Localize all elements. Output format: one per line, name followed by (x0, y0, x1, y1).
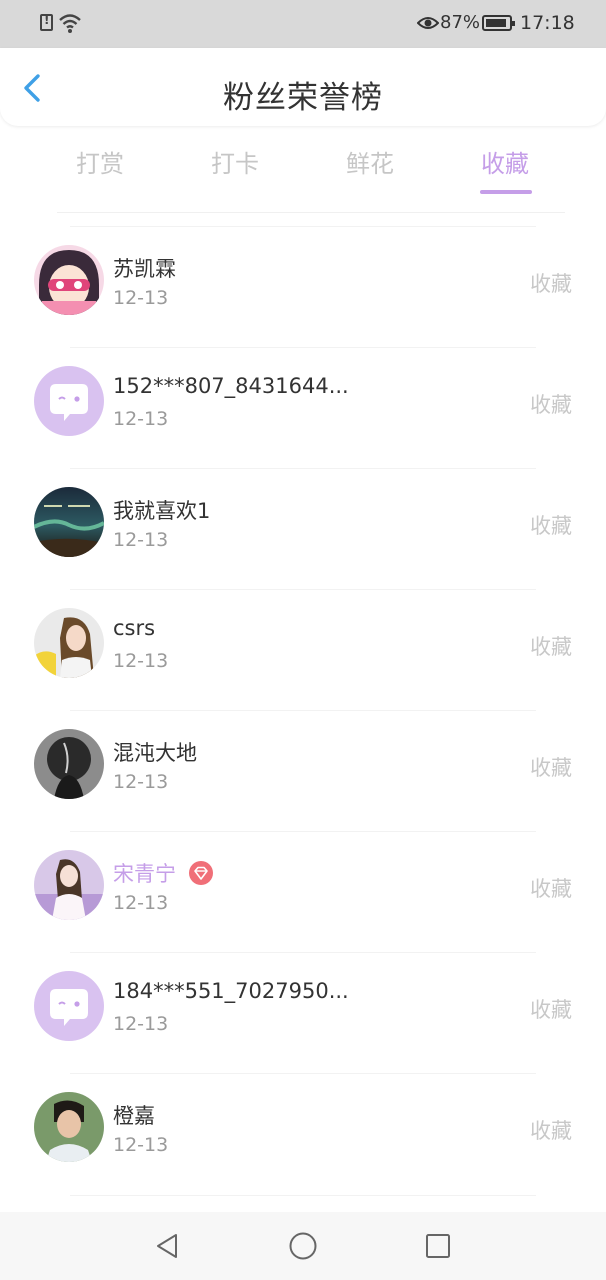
default-avatar-chat-icon[interactable] (34, 971, 104, 1041)
user-date: 12-13 (113, 650, 169, 672)
divider (70, 952, 536, 953)
user-date: 12-13 (113, 529, 169, 551)
user-name: 橙嘉 (113, 1104, 155, 1128)
avatar[interactable] (34, 729, 104, 799)
user-name: 我就喜欢1 (113, 499, 211, 523)
clock: 17:18 (520, 12, 575, 34)
action-label: 收藏 (530, 756, 572, 780)
fan-list: 苏凯霖 12-13 收藏 152***807_8431644... 12-13 … (0, 226, 606, 1194)
tab-checkin[interactable]: 打卡 (180, 144, 290, 179)
list-item[interactable]: 我就喜欢1 12-13 收藏 (0, 468, 606, 589)
action-label: 收藏 (530, 272, 572, 296)
home-circle-icon[interactable] (287, 1230, 319, 1262)
avatar[interactable] (34, 608, 104, 678)
eye-icon (417, 17, 439, 29)
tab-favorites[interactable]: 收藏 (450, 144, 560, 179)
avatar[interactable] (34, 487, 104, 557)
active-tab-indicator (480, 190, 532, 194)
user-date: 12-13 (113, 892, 169, 914)
tab-bar: 打赏 打卡 鲜花 收藏 (33, 130, 573, 213)
avatar[interactable] (34, 850, 104, 920)
user-date: 12-13 (113, 1134, 169, 1156)
user-name: 混沌大地 (113, 741, 197, 765)
wifi-icon (59, 14, 81, 33)
divider (70, 1195, 536, 1196)
avatar[interactable] (34, 1092, 104, 1162)
list-item[interactable]: 宋青宁 12-13 收藏 (0, 831, 606, 952)
divider (70, 589, 536, 590)
user-date: 12-13 (113, 771, 169, 793)
list-item[interactable]: 苏凯霖 12-13 收藏 (0, 226, 606, 347)
battery-percent: 87% (440, 12, 481, 33)
user-date: 12-13 (113, 408, 169, 430)
list-item[interactable]: 混沌大地 12-13 收藏 (0, 710, 606, 831)
page-title: 粉丝荣誉榜 (223, 80, 383, 116)
sim-alert-icon (40, 13, 53, 31)
divider (70, 831, 536, 832)
recents-square-icon[interactable] (422, 1230, 454, 1262)
action-label: 收藏 (530, 635, 572, 659)
tabs-divider (57, 212, 565, 213)
default-avatar-chat-icon[interactable] (34, 366, 104, 436)
user-name: 152***807_8431644... (113, 374, 349, 398)
user-date: 12-13 (113, 287, 169, 309)
divider (70, 1073, 536, 1074)
list-item[interactable]: 152***807_8431644... 12-13 收藏 (0, 347, 606, 468)
list-item[interactable]: csrs 12-13 收藏 (0, 589, 606, 710)
back-triangle-icon[interactable] (152, 1230, 184, 1262)
user-name: 苏凯霖 (113, 257, 176, 281)
list-item[interactable]: 橙嘉 12-13 收藏 (0, 1073, 606, 1194)
header: 粉丝荣誉榜 (0, 48, 606, 126)
action-label: 收藏 (530, 998, 572, 1022)
divider (70, 710, 536, 711)
divider (70, 468, 536, 469)
action-label: 收藏 (530, 1119, 572, 1143)
action-label: 收藏 (530, 514, 572, 538)
user-name: csrs (113, 616, 156, 640)
battery-icon (482, 15, 515, 31)
divider (70, 347, 536, 348)
system-nav-bar (0, 1212, 606, 1280)
action-label: 收藏 (530, 877, 572, 901)
tab-reward[interactable]: 打赏 (45, 144, 155, 179)
action-label: 收藏 (530, 393, 572, 417)
vip-diamond-icon (189, 861, 213, 885)
user-date: 12-13 (113, 1013, 169, 1035)
tab-flowers[interactable]: 鲜花 (315, 144, 425, 179)
user-name: 宋青宁 (113, 862, 176, 886)
user-name: 184***551_7027950... (113, 979, 349, 1003)
divider (70, 226, 536, 227)
list-item[interactable]: 184***551_7027950... 12-13 收藏 (0, 952, 606, 1073)
avatar[interactable] (34, 245, 104, 315)
status-bar: 87% 17:18 (0, 0, 606, 48)
